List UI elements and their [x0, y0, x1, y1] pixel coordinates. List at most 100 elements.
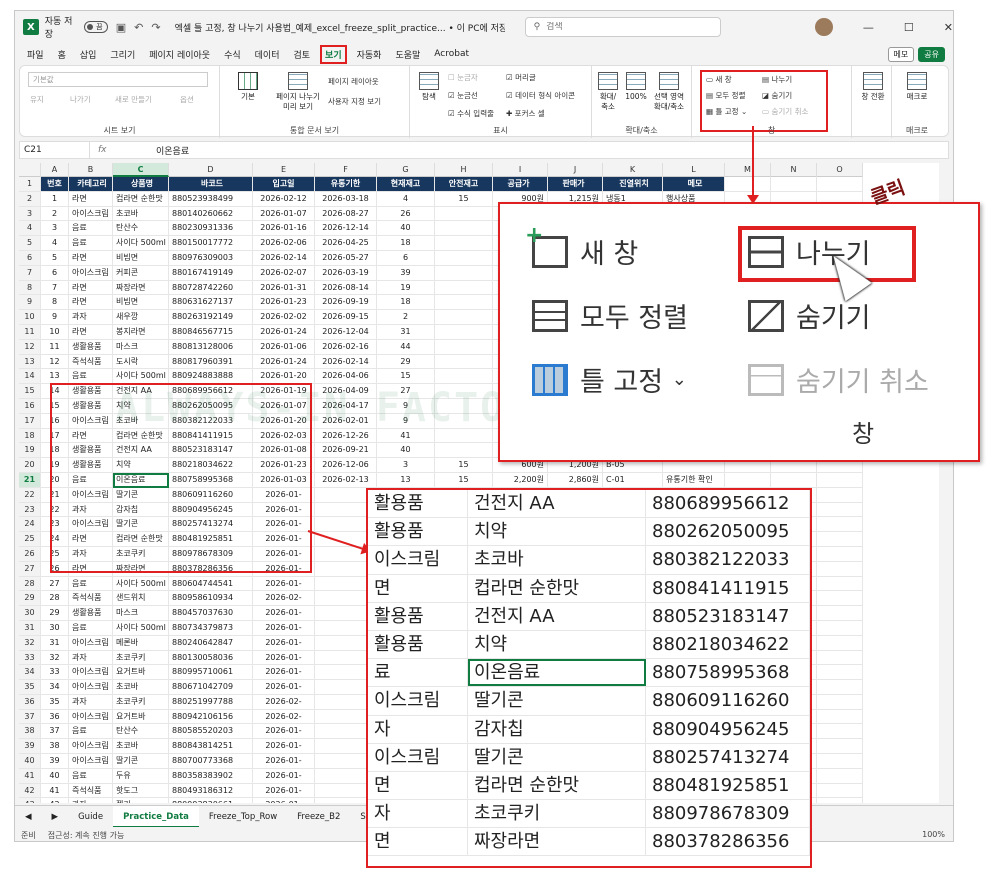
cell[interactable]: 아이스크림	[69, 709, 113, 725]
cell[interactable]: 30	[41, 620, 69, 636]
search-box[interactable]: ⚲	[524, 17, 722, 37]
cell[interactable]: 2026-02-13	[315, 472, 377, 488]
cell[interactable]: 음료	[69, 221, 113, 237]
cell[interactable]	[435, 354, 493, 370]
sheet-view-dropdown[interactable]: 기본값	[28, 72, 208, 87]
menu-item-7[interactable]: 검토	[293, 48, 310, 61]
column-header-G[interactable]: G	[377, 163, 435, 177]
cell[interactable]: 과자	[69, 798, 113, 803]
row-header[interactable]: 25	[19, 532, 41, 547]
row-header[interactable]: 3	[19, 206, 41, 222]
data-format-checkbox[interactable]: ☑ 데이터 형식 아이콘	[506, 90, 575, 101]
cell[interactable]: 2026-01-	[253, 635, 315, 651]
cell[interactable]: 34	[41, 680, 69, 695]
cell[interactable]: 880358383902	[169, 768, 253, 784]
row-header[interactable]: 36	[19, 694, 41, 710]
row-header[interactable]: 32	[19, 635, 41, 651]
cell[interactable]: 2026-12-04	[315, 324, 377, 340]
cell[interactable]: 딸기콘	[113, 754, 169, 769]
cell[interactable]: 41	[41, 783, 69, 799]
cell[interactable]	[817, 472, 863, 488]
cell[interactable]	[435, 265, 493, 281]
cell[interactable]: 2026-02-	[253, 694, 315, 710]
row-header[interactable]: 22	[19, 487, 41, 503]
cell[interactable]: 메론바	[113, 635, 169, 651]
cell[interactable]	[817, 635, 863, 651]
cell[interactable]: 880813128006	[169, 339, 253, 355]
menu-item-2[interactable]: 삽입	[80, 48, 97, 61]
cell[interactable]: 4	[41, 236, 69, 251]
column-header-K[interactable]: K	[603, 163, 663, 177]
new-view-button[interactable]: 새로 만들기	[115, 94, 152, 105]
cell[interactable]: 29	[41, 606, 69, 621]
scroll-right-icon[interactable]: ▶	[42, 806, 69, 828]
cell[interactable]: 4	[377, 191, 435, 207]
cell[interactable]: 두유	[113, 768, 169, 784]
cell[interactable]: 라면	[69, 250, 113, 266]
cell[interactable]: 과자	[69, 694, 113, 710]
headings-checkbox[interactable]: ☑ 머리글	[506, 72, 536, 83]
cell[interactable]	[817, 502, 863, 518]
cell[interactable]	[435, 250, 493, 266]
cell[interactable]: 11	[41, 339, 69, 355]
cell[interactable]: 2026-01-24	[253, 354, 315, 370]
cell[interactable]	[817, 754, 863, 769]
cell[interactable]	[817, 768, 863, 784]
cell[interactable]: 핫도그	[113, 783, 169, 799]
cell[interactable]: 2026-04-06	[315, 369, 377, 385]
cell[interactable]: 생활용품	[69, 606, 113, 621]
cell[interactable]: 880995710061	[169, 665, 253, 681]
cell[interactable]: 15	[435, 458, 493, 473]
cell[interactable]: 마스크	[113, 606, 169, 621]
row-header[interactable]: 38	[19, 724, 41, 740]
cell[interactable]: 40	[41, 768, 69, 784]
cell[interactable]: 2026-01-20	[253, 369, 315, 385]
name-box[interactable]: C21	[20, 142, 90, 158]
cell[interactable]: 음료	[69, 369, 113, 385]
cell[interactable]: 2026-03-19	[315, 265, 377, 281]
cell[interactable]: 아이스크림	[69, 265, 113, 281]
keep-button[interactable]: 유지	[30, 94, 44, 105]
cell[interactable]: 2026-01-	[253, 768, 315, 784]
cell[interactable]: 880728742260	[169, 280, 253, 296]
cell[interactable]: 2026-02-	[253, 709, 315, 725]
cell[interactable]: 2026-02-14	[253, 250, 315, 266]
cell[interactable]: 비빔면	[113, 250, 169, 266]
cell[interactable]	[817, 709, 863, 725]
cell[interactable]: 880167419149	[169, 265, 253, 281]
zoom-level[interactable]: 100%	[922, 830, 945, 839]
cell[interactable]	[817, 724, 863, 740]
cell[interactable]: 도시락	[113, 354, 169, 370]
zoom-button[interactable]: 확대/ 축소	[594, 72, 622, 112]
cell[interactable]: 2026-04-25	[315, 236, 377, 251]
sheet-tab[interactable]: Freeze_B2	[287, 806, 350, 828]
column-header-B[interactable]: B	[69, 163, 113, 177]
cell[interactable]: 40	[377, 221, 435, 237]
save-icon[interactable]: ▣	[116, 21, 126, 34]
row-header[interactable]: 34	[19, 665, 41, 681]
cell[interactable]: 탄산수	[113, 221, 169, 237]
cell[interactable]: 입고일	[253, 177, 315, 192]
close-icon[interactable]: ✕	[944, 21, 953, 34]
menu-item-4[interactable]: 페이지 레이아웃	[149, 48, 210, 61]
cell[interactable]: 32	[41, 650, 69, 666]
cell[interactable]: 라면	[69, 191, 113, 207]
column-header-N[interactable]: N	[771, 163, 817, 177]
column-header-F[interactable]: F	[315, 163, 377, 177]
cell[interactable]: 즉석식품	[69, 783, 113, 799]
cell[interactable]: 880457037630	[169, 606, 253, 621]
cell[interactable]: 새우깡	[113, 310, 169, 325]
zoom-100-button[interactable]: 100%	[624, 72, 648, 102]
cell[interactable]: 2026-08-14	[315, 280, 377, 296]
focus-cell-button[interactable]: ✚ 포커스 셀	[506, 108, 545, 119]
cell[interactable]	[435, 443, 493, 459]
row-header[interactable]: 12	[19, 339, 41, 355]
cell[interactable]: 2026-02-06	[253, 236, 315, 251]
page-layout-button[interactable]: 페이지 레이아웃	[328, 76, 379, 87]
menu-item-8[interactable]: 보기	[320, 44, 347, 64]
cell[interactable]: 2026-01-	[253, 606, 315, 621]
cell[interactable]	[725, 472, 771, 488]
cell[interactable]: 29	[377, 354, 435, 370]
cell[interactable]: 진열위치	[603, 177, 663, 192]
cell[interactable]: 2026-01-23	[253, 295, 315, 311]
